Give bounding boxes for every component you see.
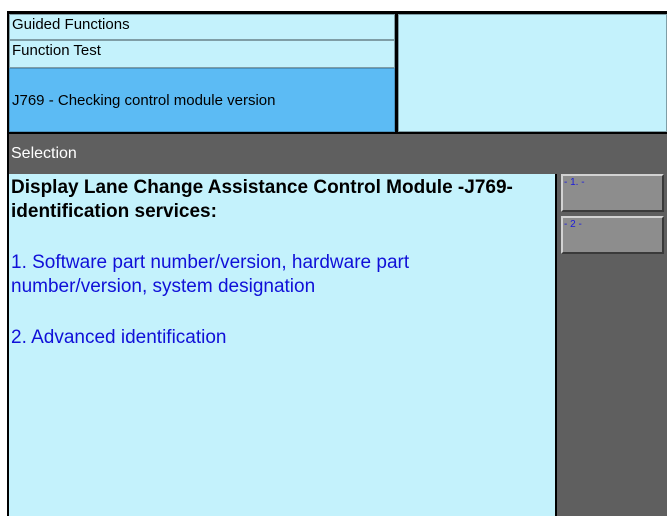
selection-option-2: 2. Advanced identification bbox=[11, 327, 227, 348]
content-panel: Display Lane Change Assistance Control M… bbox=[9, 174, 555, 516]
selection-option-1: 1. Software part number/version, hardwar… bbox=[11, 252, 410, 297]
select-option-1-button[interactable]: - 1. - bbox=[561, 174, 664, 212]
header-info-panel bbox=[398, 14, 667, 132]
content-title: Display Lane Change Assistance Control M… bbox=[11, 177, 513, 222]
selection-bar: Selection bbox=[9, 134, 667, 174]
breadcrumb-function-test: Function Test bbox=[9, 40, 395, 68]
breadcrumb-guided-functions: Guided Functions bbox=[9, 14, 395, 40]
current-function-title: J769 - Checking control module version bbox=[9, 68, 395, 132]
side-button-panel: - 1. - - 2 - bbox=[557, 174, 667, 516]
select-option-2-button[interactable]: - 2 - bbox=[561, 216, 664, 254]
